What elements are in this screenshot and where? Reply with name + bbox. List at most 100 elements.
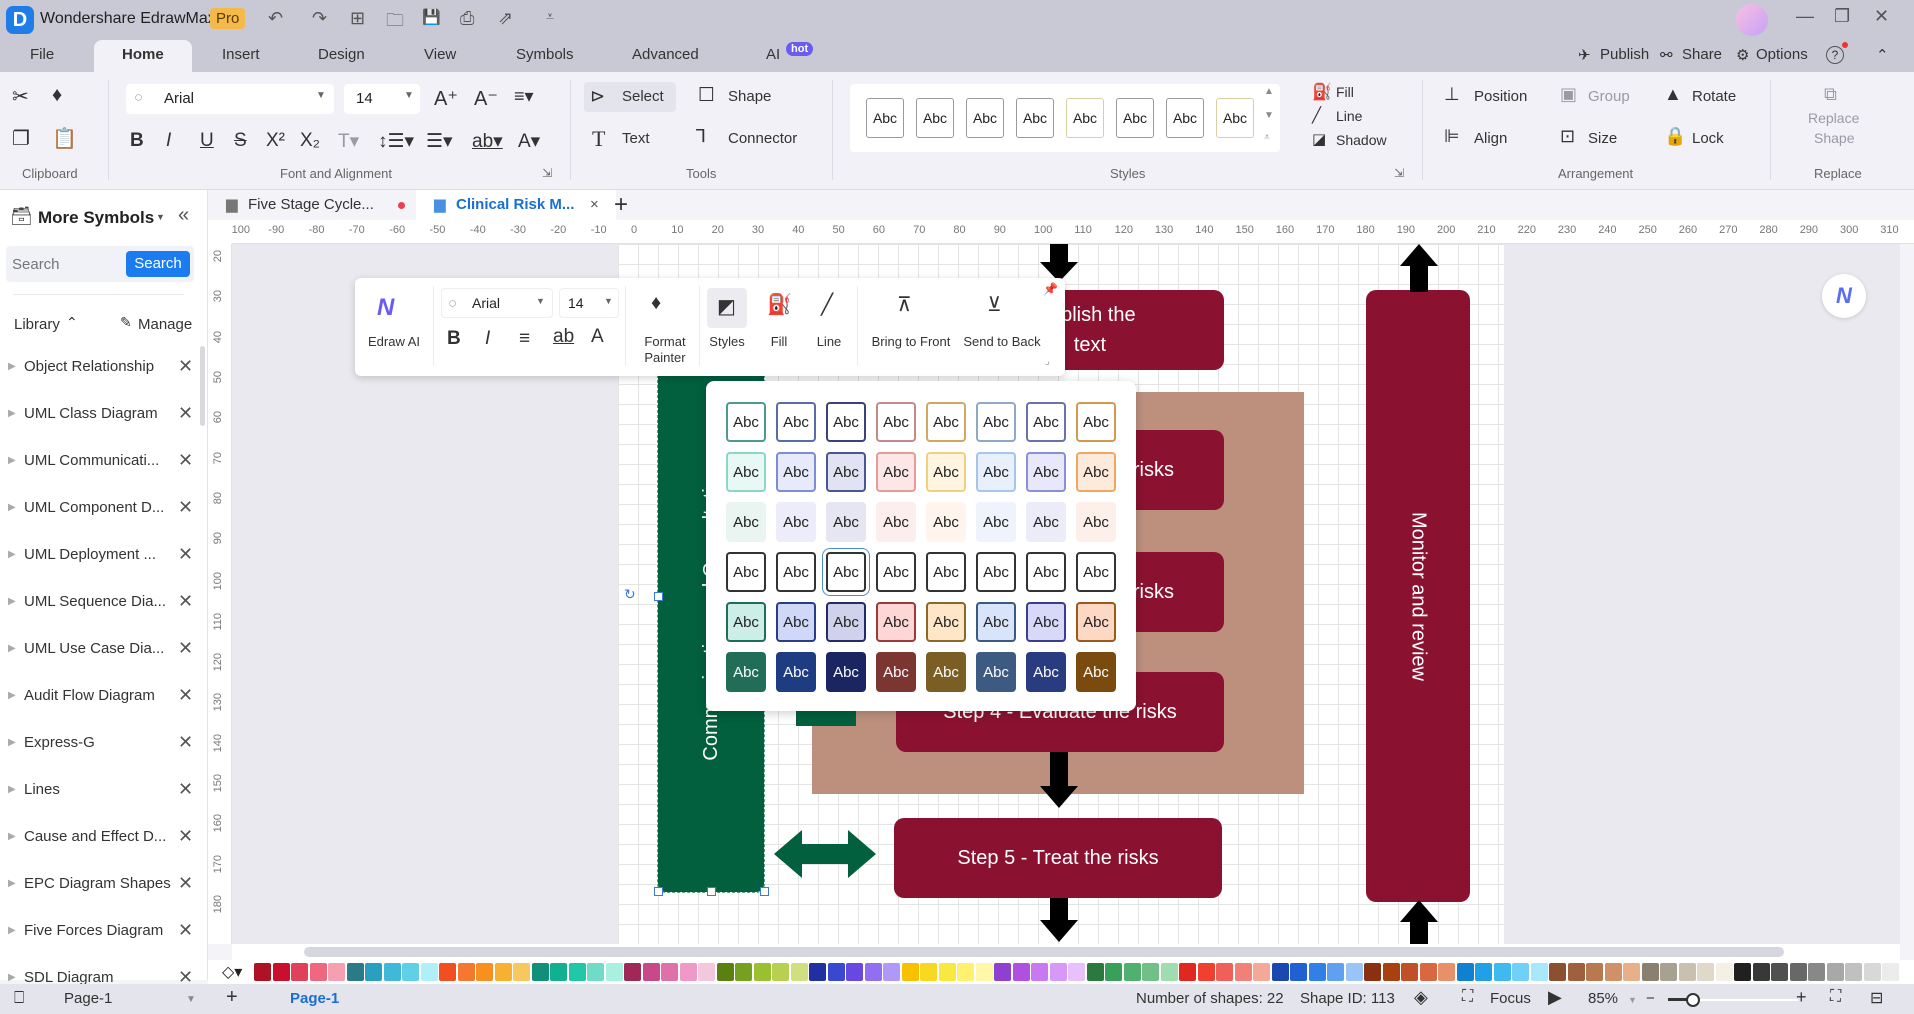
color-swatch[interactable] <box>254 963 271 981</box>
add-tab-button[interactable]: + <box>614 190 628 220</box>
color-swatch[interactable] <box>1789 963 1807 981</box>
style-option[interactable]: Abc <box>1026 602 1066 642</box>
color-swatch[interactable] <box>1216 963 1233 981</box>
select-button[interactable]: Select <box>622 88 664 105</box>
color-swatch[interactable] <box>1567 963 1585 981</box>
color-swatch[interactable] <box>920 963 937 981</box>
color-swatch[interactable] <box>1604 963 1622 981</box>
color-swatch[interactable] <box>513 963 530 981</box>
style-option[interactable]: Abc <box>1076 552 1116 592</box>
pro-badge[interactable]: Pro <box>210 8 246 29</box>
text-effect-icon[interactable]: T▾ <box>338 130 359 153</box>
superscript-icon[interactable]: X² <box>266 130 285 152</box>
cut-icon[interactable]: ✂ <box>12 84 29 109</box>
color-swatch[interactable] <box>716 963 734 981</box>
color-swatch[interactable] <box>975 963 993 981</box>
copy-icon[interactable]: ❐ <box>12 126 30 151</box>
close-library-icon[interactable]: ✕ <box>178 450 193 471</box>
tab-ai[interactable]: AI <box>766 46 780 63</box>
color-swatch[interactable] <box>1234 963 1252 981</box>
color-swatch[interactable] <box>291 963 308 981</box>
expand-triangle-icon[interactable]: ▶ <box>8 878 16 889</box>
color-swatch[interactable] <box>494 963 512 981</box>
color-swatch[interactable] <box>1086 963 1104 981</box>
color-swatch[interactable] <box>1752 963 1770 981</box>
options-button[interactable]: Options <box>1756 46 1808 63</box>
color-swatch[interactable] <box>1290 963 1307 981</box>
color-swatch[interactable] <box>587 963 604 981</box>
color-swatch[interactable] <box>809 963 826 981</box>
expand-triangle-icon[interactable]: ▶ <box>8 455 16 466</box>
color-swatch[interactable] <box>1641 963 1659 981</box>
style-swatch[interactable]: Abc <box>1166 98 1204 138</box>
tab-file[interactable]: File <box>30 46 54 63</box>
fill-button[interactable]: Fill <box>757 334 801 349</box>
color-swatch[interactable] <box>864 963 882 981</box>
style-option[interactable]: Abc <box>1026 452 1066 492</box>
color-swatch[interactable] <box>642 963 660 981</box>
open-folder-icon[interactable]: 🗀 <box>386 8 404 38</box>
subscript-icon[interactable]: X₂ <box>300 130 320 152</box>
style-option[interactable]: Abc <box>776 602 816 642</box>
style-option[interactable]: Abc <box>726 652 766 692</box>
style-option[interactable]: Abc <box>826 552 866 592</box>
color-swatch[interactable] <box>827 963 845 981</box>
bullets-icon[interactable]: ☰▾ <box>426 130 453 153</box>
expand-triangle-icon[interactable]: ▶ <box>8 596 16 607</box>
color-swatch[interactable] <box>420 963 438 981</box>
color-swatch[interactable] <box>272 963 290 981</box>
color-swatch[interactable] <box>1382 963 1400 981</box>
style-option[interactable]: Abc <box>926 452 966 492</box>
line-button[interactable]: Line <box>1336 108 1362 124</box>
close-library-icon[interactable]: ✕ <box>178 403 193 424</box>
collapse-sidebar-icon[interactable]: « <box>178 204 189 227</box>
replace-shape-button-line2[interactable]: Shape <box>1814 130 1854 146</box>
italic-icon[interactable]: I <box>485 328 490 350</box>
expand-gallery-icon[interactable]: ⩡ <box>1264 132 1270 143</box>
color-swatch[interactable] <box>1475 963 1492 981</box>
color-swatch[interactable] <box>661 963 678 981</box>
library-item[interactable]: ▶ UML Component D... ✕ <box>0 487 208 533</box>
style-option[interactable]: Abc <box>826 402 866 442</box>
expand-triangle-icon[interactable]: ▶ <box>8 925 16 936</box>
bold-icon[interactable]: B <box>447 328 461 350</box>
manage-button[interactable]: Manage <box>138 316 192 333</box>
color-swatch[interactable] <box>1142 963 1159 981</box>
more-symbols-title[interactable]: More Symbols <box>38 208 154 228</box>
page-layout-icon[interactable]: ⎕ <box>14 988 24 1008</box>
color-swatch[interactable] <box>531 963 549 981</box>
style-option[interactable]: Abc <box>1076 502 1116 542</box>
edraw-ai-float-button[interactable]: N <box>1822 274 1866 318</box>
color-swatch[interactable] <box>698 963 715 981</box>
double-arrow-left-icon[interactable] <box>774 830 802 878</box>
close-library-icon[interactable]: ✕ <box>178 685 193 706</box>
style-option[interactable]: Abc <box>1026 402 1066 442</box>
color-swatch[interactable] <box>1660 963 1677 981</box>
resize-handle[interactable] <box>760 887 769 896</box>
style-option[interactable]: Abc <box>976 602 1016 642</box>
color-swatch[interactable] <box>1863 963 1881 981</box>
color-swatch[interactable] <box>1068 963 1085 981</box>
color-swatch[interactable] <box>365 963 382 981</box>
double-arrow-right-icon[interactable] <box>848 830 876 878</box>
search-button[interactable]: Search <box>126 251 190 277</box>
style-option[interactable]: Abc <box>1026 502 1066 542</box>
text-align-icon[interactable]: ≡▾ <box>514 86 534 107</box>
color-swatch[interactable] <box>1105 963 1122 981</box>
expand-triangle-icon[interactable]: ▶ <box>8 502 16 513</box>
step5-box[interactable]: Step 5 - Treat the risks <box>894 818 1222 898</box>
collapse-ribbon-icon[interactable]: ⌃ <box>1876 46 1889 64</box>
shadow-button[interactable]: Shadow <box>1336 132 1387 148</box>
color-swatch[interactable] <box>383 963 401 981</box>
paste-icon[interactable]: 📋 <box>52 126 77 151</box>
close-library-icon[interactable]: ✕ <box>178 779 193 800</box>
connector-button[interactable]: Connector <box>728 130 797 147</box>
color-swatch[interactable] <box>346 963 364 981</box>
dialog-launcher-icon[interactable]: ⇲ <box>542 166 552 180</box>
shape-button[interactable]: Shape <box>728 88 771 105</box>
style-option[interactable]: Abc <box>926 552 966 592</box>
library-item[interactable]: ▶ Audit Flow Diagram ✕ <box>0 675 208 721</box>
expand-triangle-icon[interactable]: ▶ <box>8 549 16 560</box>
expand-triangle-icon[interactable]: ▶ <box>8 784 16 795</box>
style-option[interactable]: Abc <box>876 502 916 542</box>
